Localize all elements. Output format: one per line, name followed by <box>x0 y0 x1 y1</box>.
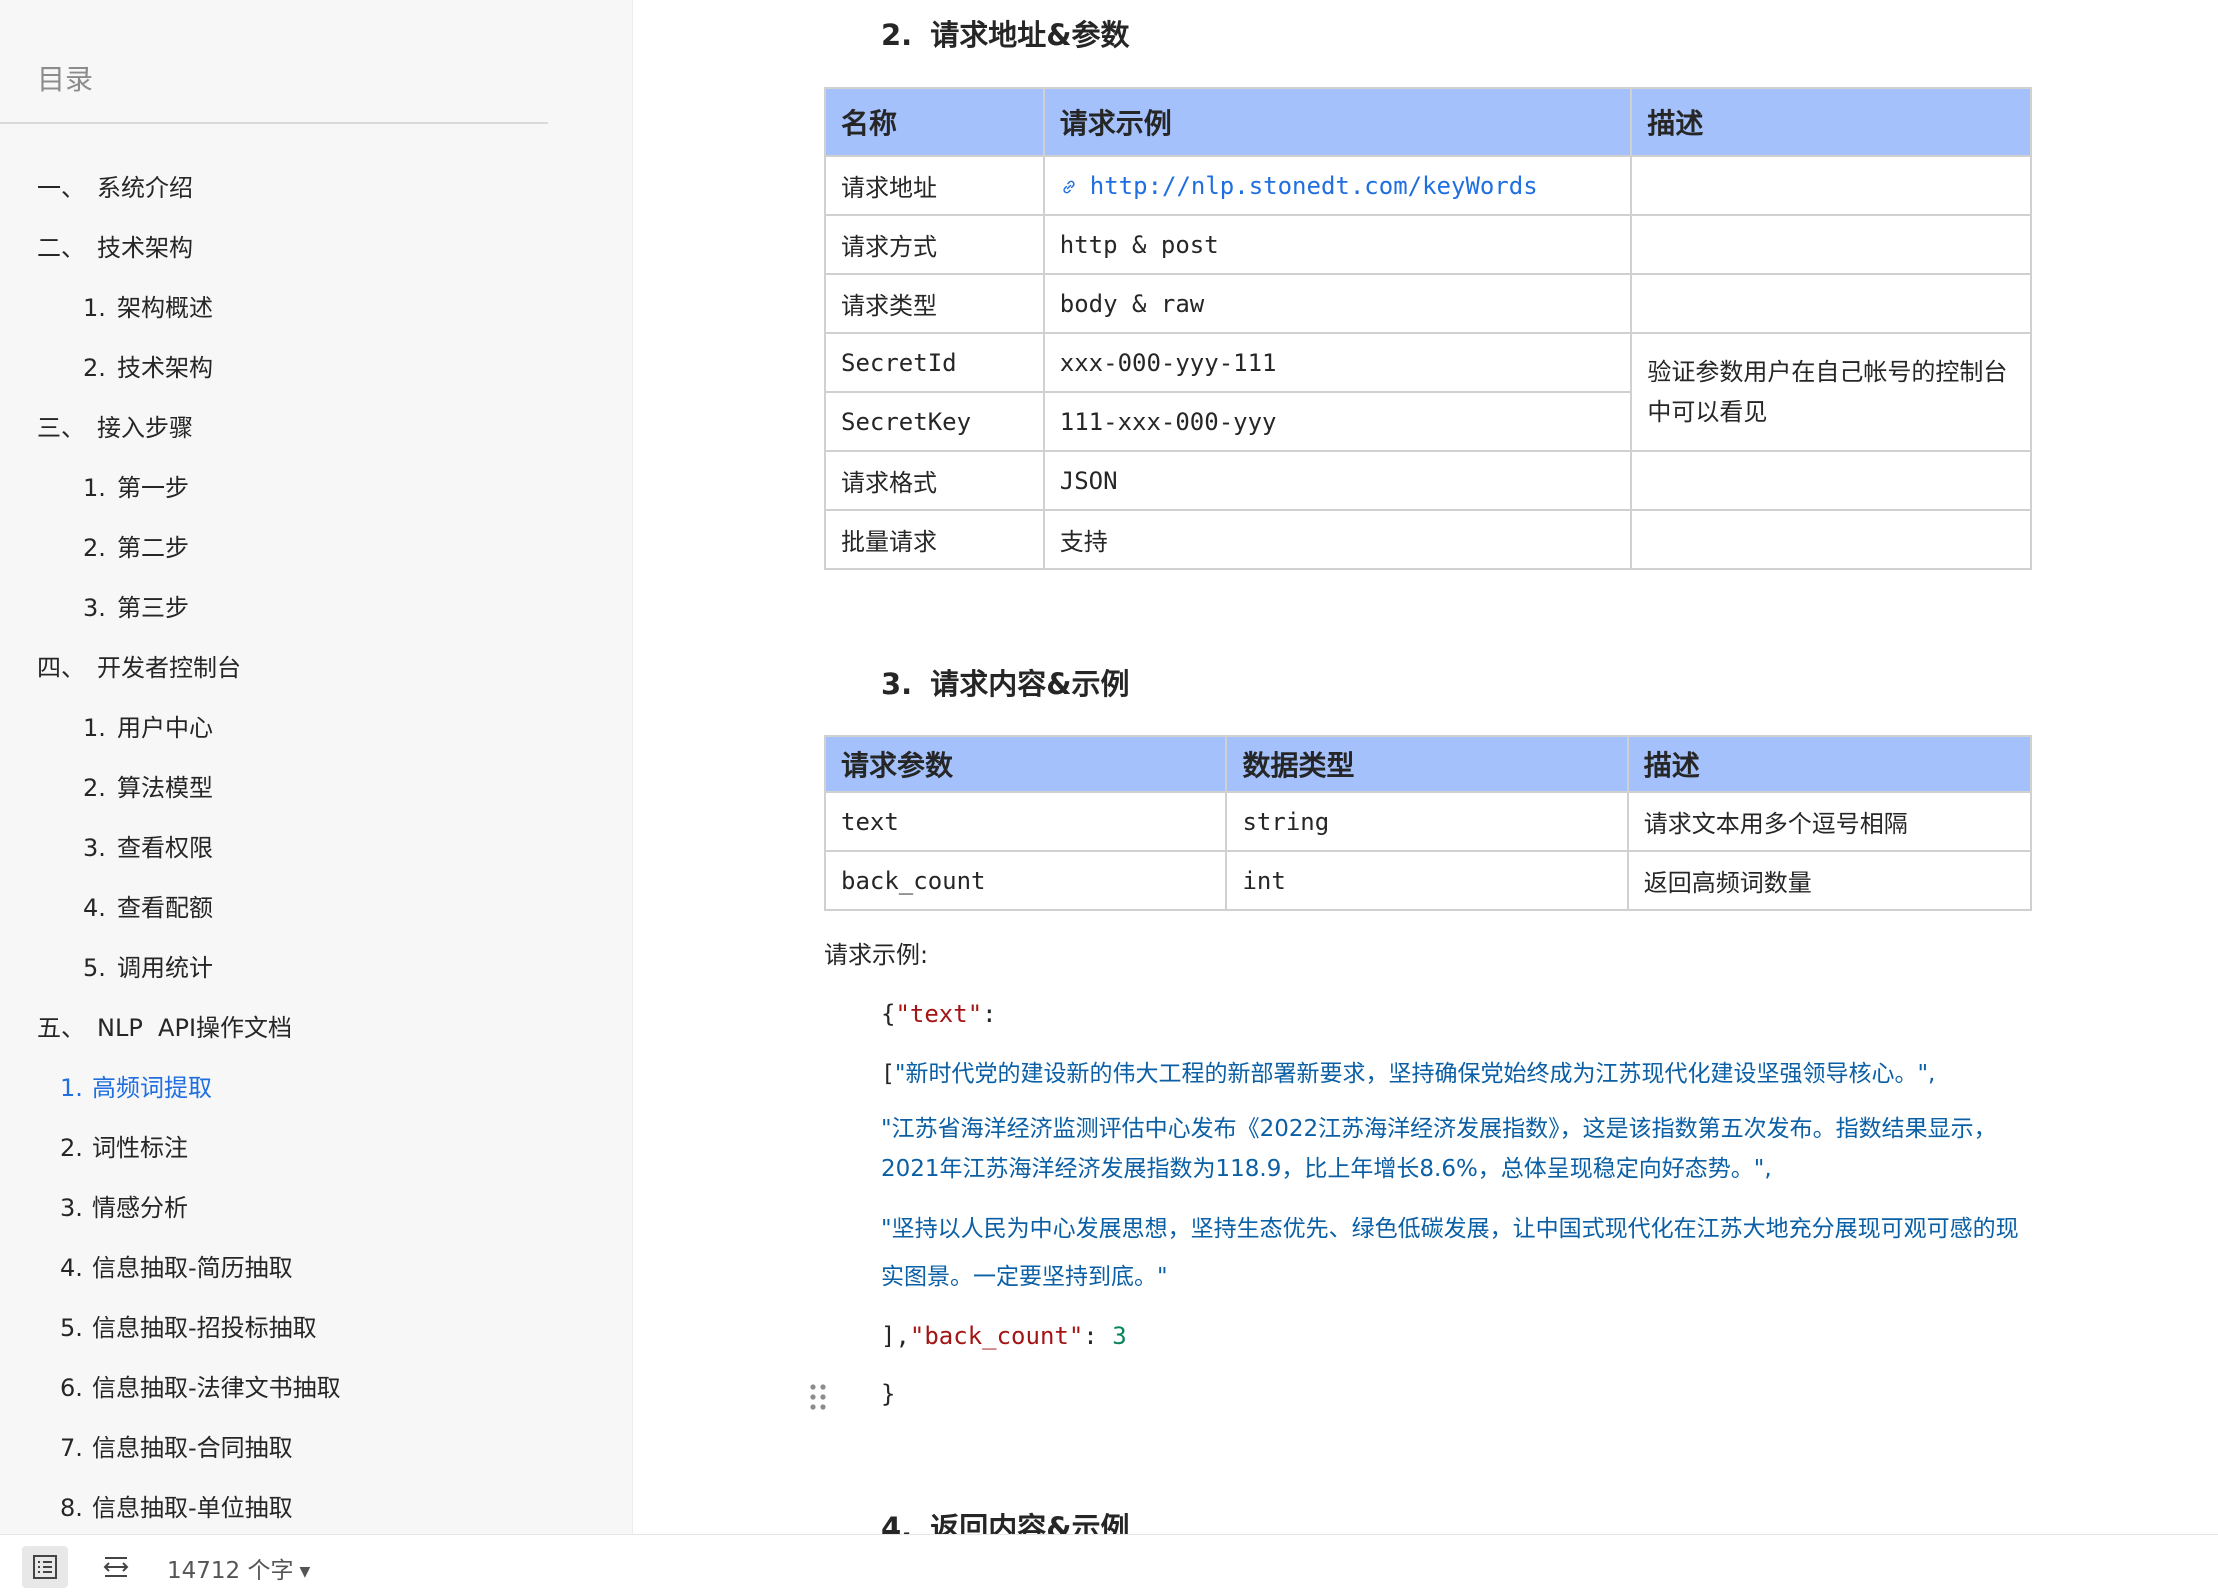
table-header-cell: 请求示例 <box>1042 87 1633 157</box>
code-line-back-count: ],"back_count": 3 <box>881 1322 1127 1350</box>
toc-item-call-stats[interactable]: 5. 调用统计 <box>83 948 213 983</box>
toc-item-access-steps[interactable]: 三、 接入步骤 <box>37 408 193 443</box>
toc-item-view-permissions[interactable]: 3. 查看权限 <box>83 828 213 863</box>
request-content-table: 请求参数 数据类型 描述 text string 请求文本用多个逗号相隔 bac… <box>823 735 2033 911</box>
toc-item-arch-overview[interactable]: 1. 架构概述 <box>83 288 213 323</box>
table-cell <box>1630 509 2032 570</box>
section-heading-request-address: 2. 请求地址&参数 <box>881 18 1130 52</box>
request-url-link[interactable]: http://nlp.stonedt.com/keyWords <box>1042 155 1633 216</box>
toc-item-step-three[interactable]: 3. 第三步 <box>83 588 189 623</box>
toc-item-system-intro[interactable]: 一、 系统介绍 <box>37 168 193 203</box>
table-row: 批量请求 支持 <box>824 509 2032 570</box>
toc-item-tech-arch-sub[interactable]: 2. 技术架构 <box>83 348 213 383</box>
table-cell: 请求文本用多个逗号相隔 <box>1626 791 2033 852</box>
status-bar: 14712 个字 ▼ <box>0 1534 2218 1596</box>
toc-item-algorithm-model[interactable]: 2. 算法模型 <box>83 768 213 803</box>
table-cell: 批量请求 <box>824 509 1045 570</box>
page-width-button[interactable] <box>93 1546 139 1588</box>
toc-item-org-extraction[interactable]: 8. 信息抽取-单位抽取 <box>60 1488 293 1523</box>
table-row: back_count int 返回高频词数量 <box>823 850 2033 911</box>
table-cell: JSON <box>1042 450 1633 511</box>
table-row: SecretId xxx-000-yyy-111 验证参数用户在自己帐号的控制台… <box>824 332 2032 452</box>
caret-down-icon: ▼ <box>299 1563 311 1580</box>
toc-item-sentiment-analysis[interactable]: 3. 情感分析 <box>60 1188 188 1223</box>
request-params-table: 名称 请求示例 描述 请求地址 http://nlp.stonedt.com/k… <box>824 87 2032 570</box>
toc-item-resume-extraction[interactable]: 4. 信息抽取-简历抽取 <box>60 1248 293 1283</box>
table-cell: 请求类型 <box>824 273 1045 334</box>
drag-handle-icon[interactable] <box>808 1382 828 1412</box>
table-header-row: 名称 请求示例 描述 <box>824 87 2032 157</box>
code-string-1: ["新时代党的建设新的伟大工程的新部署新要求，坚持确保党始终成为江苏现代化建设坚… <box>881 1061 1936 1087</box>
table-header-row: 请求参数 数据类型 描述 <box>823 735 2033 793</box>
toc-divider <box>0 122 548 124</box>
table-header-cell: 名称 <box>824 87 1045 157</box>
section-heading-response-content: 4. 返回内容&示例 <box>881 1511 1130 1534</box>
toc-item-tech-arch[interactable]: 二、 技术架构 <box>37 228 193 263</box>
secret-description-cell: 验证参数用户在自己帐号的控制台中可以看见 <box>1630 332 2032 452</box>
table-row: 请求方式 http & post <box>824 214 2032 275</box>
table-cell: SecretKey <box>824 391 1045 452</box>
toc-toggle-button[interactable] <box>22 1546 68 1588</box>
toc-item-user-center[interactable]: 1. 用户中心 <box>83 708 213 743</box>
toc-title: 目录 <box>37 63 94 96</box>
table-header-cell: 描述 <box>1626 735 2033 793</box>
toc-item-bid-extraction[interactable]: 5. 信息抽取-招投标抽取 <box>60 1308 317 1343</box>
outline-icon <box>33 1555 57 1579</box>
toc-item-pos-tagging[interactable]: 2. 词性标注 <box>60 1128 188 1163</box>
toc-item-legal-extraction[interactable]: 6. 信息抽取-法律文书抽取 <box>60 1368 341 1403</box>
table-cell: http & post <box>1042 214 1633 275</box>
table-header-cell: 数据类型 <box>1225 735 1629 793</box>
word-count-dropdown[interactable]: 14712 个字 ▼ <box>167 1551 310 1585</box>
toc-item-step-one[interactable]: 1. 第一步 <box>83 468 189 503</box>
table-cell: xxx-000-yyy-111 <box>1042 332 1633 393</box>
code-string-2: "江苏省海洋经济监测评估中心发布《2022江苏海洋经济发展指数》，这是该指数第五… <box>881 1116 1997 1182</box>
code-string-3: "坚持以人民为中心发展思想，坚持生态优先、绿色低碳发展，让中国式现代化在江苏大地… <box>881 1216 2019 1290</box>
toc-item-keyword-extraction[interactable]: 1. 高频词提取 <box>60 1068 212 1103</box>
code-line-close: } <box>881 1380 896 1408</box>
table-cell: int <box>1225 850 1629 911</box>
table-cell: body & raw <box>1042 273 1633 334</box>
table-cell: 请求方式 <box>824 214 1045 275</box>
table-row: 请求地址 http://nlp.stonedt.com/keyWords <box>824 155 2032 216</box>
table-cell <box>1630 450 2032 511</box>
request-example-label: 请求示例: <box>824 941 929 969</box>
table-header-cell: 描述 <box>1630 87 2032 157</box>
toc-item-step-two[interactable]: 2. 第二步 <box>83 528 189 563</box>
document-body: 2. 请求地址&参数 名称 请求示例 描述 请求地址 http://nlp.sto… <box>633 0 2218 1534</box>
toc-item-view-quota[interactable]: 4. 查看配额 <box>83 888 213 923</box>
table-cell: SecretId <box>824 332 1045 393</box>
table-cell: text <box>823 791 1228 852</box>
table-cell <box>1630 155 2032 216</box>
table-header-cell: 请求参数 <box>823 735 1228 793</box>
table-cell: back_count <box>823 850 1228 911</box>
toc-item-nlp-api-docs[interactable]: 五、 NLP API操作文档 <box>37 1008 292 1043</box>
expand-width-icon <box>103 1557 129 1577</box>
table-cell: string <box>1225 791 1629 852</box>
link-icon <box>1063 180 1075 193</box>
table-row: 请求类型 body & raw <box>824 273 2032 334</box>
table-cell <box>1630 214 2032 275</box>
table-row: 请求格式 JSON <box>824 450 2032 511</box>
section-heading-request-content: 3. 请求内容&示例 <box>881 667 1130 701</box>
toc-item-contract-extraction[interactable]: 7. 信息抽取-合同抽取 <box>60 1428 293 1463</box>
table-cell: 请求格式 <box>824 450 1045 511</box>
table-cell: 支持 <box>1042 509 1633 570</box>
toc-item-dev-console[interactable]: 四、 开发者控制台 <box>37 648 241 683</box>
table-cell: 111-xxx-000-yyy <box>1042 391 1633 452</box>
table-cell: 返回高频词数量 <box>1626 850 2033 911</box>
table-row: text string 请求文本用多个逗号相隔 <box>823 791 2033 852</box>
table-cell <box>1630 273 2032 334</box>
toc-sidebar: 目录 一、 系统介绍 二、 技术架构 1. 架构概述 2. 技术架构 三、 接入步骤 1.… <box>0 0 633 1534</box>
code-line-open: {"text": <box>881 1000 997 1028</box>
table-cell: 请求地址 <box>824 155 1045 216</box>
